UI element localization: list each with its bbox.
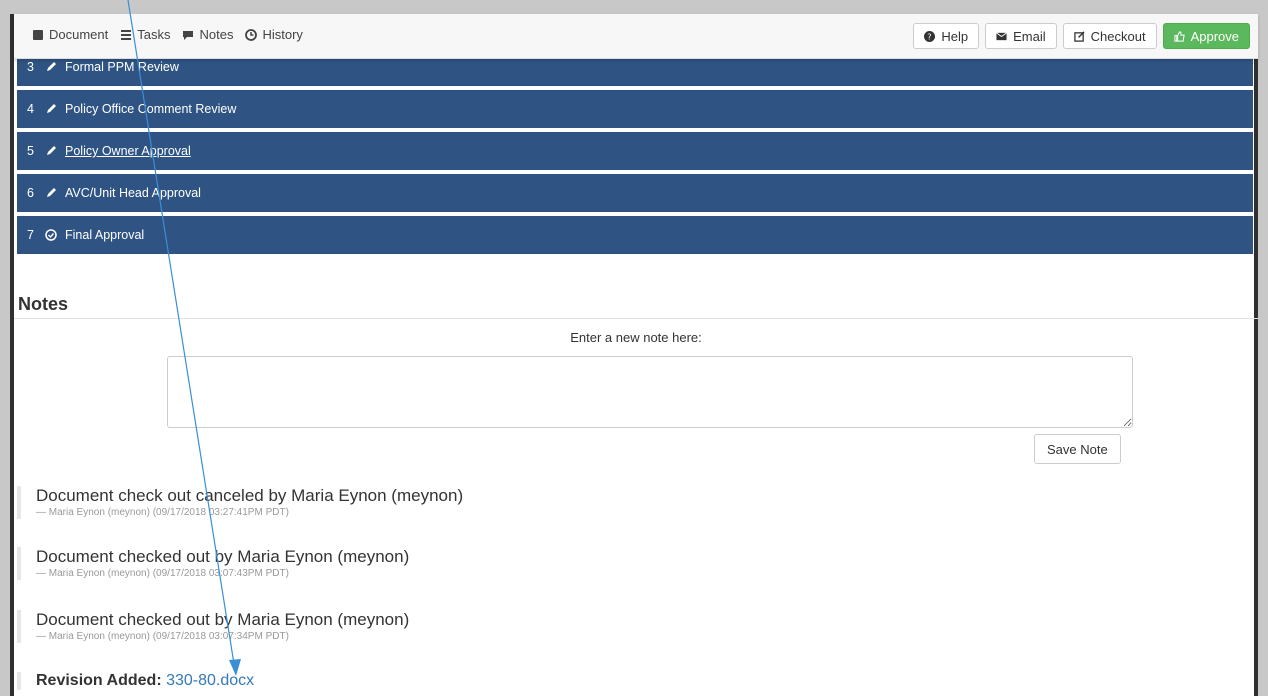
note-meta: — Maria Eynon (meynon) (09/17/2018 03:07… — [36, 568, 289, 579]
nav-notes-label: Notes — [199, 27, 234, 42]
note-meta: — Maria Eynon (meynon) (09/17/2018 03:07… — [36, 631, 289, 642]
edit-square-icon — [1073, 30, 1085, 42]
notes-divider — [14, 318, 1258, 319]
email-button[interactable]: Email — [985, 23, 1057, 49]
clock-icon — [245, 28, 258, 41]
note-entry: Document checked out by Maria Eynon (mey… — [17, 547, 409, 580]
checkout-button-label: Checkout — [1090, 28, 1146, 44]
window-edge-right — [1254, 14, 1258, 696]
approve-button[interactable]: Approve — [1162, 23, 1250, 49]
nav-document[interactable]: Document — [32, 27, 108, 42]
envelope-icon — [996, 31, 1007, 40]
step-label: AVC/Unit Head Approval — [65, 186, 201, 200]
question-circle-icon: ? — [924, 30, 936, 42]
pencil-icon — [47, 104, 56, 113]
svg-text:?: ? — [928, 31, 932, 41]
workflow-step-7[interactable]: 7 Final Approval — [17, 216, 1253, 254]
check-circle-icon — [45, 229, 57, 241]
step-number: 5 — [27, 144, 34, 158]
approve-button-label: Approve — [1190, 28, 1239, 44]
nav-tasks-label: Tasks — [137, 27, 171, 42]
revision-file-link[interactable]: 330-80.docx — [166, 672, 254, 689]
note-text: Document checked out by Maria Eynon (mey… — [36, 547, 410, 566]
step-number: 3 — [27, 60, 34, 74]
step-label: Final Approval — [65, 228, 145, 242]
window-edge-left — [10, 14, 14, 696]
book-icon — [33, 29, 43, 40]
step-number: 7 — [27, 228, 34, 242]
checkout-button[interactable]: Checkout — [1062, 23, 1157, 49]
pencil-icon — [47, 62, 56, 71]
tasks-icon — [121, 29, 132, 40]
note-text: Document check out canceled by Maria Eyn… — [36, 486, 464, 505]
workflow-step-4[interactable]: 4 Policy Office Comment Review — [17, 90, 1253, 128]
step-label: Formal PPM Review — [65, 60, 179, 74]
step-label: Policy Office Comment Review — [65, 102, 237, 116]
note-textarea[interactable] — [167, 356, 1133, 428]
note-entry: Document checked out by Maria Eynon (mey… — [17, 610, 409, 643]
pencil-icon — [47, 146, 56, 155]
workflow-step-6[interactable]: 6 AVC/Unit Head Approval — [17, 174, 1253, 212]
nav-notes[interactable]: Notes — [182, 27, 233, 42]
nav-tasks[interactable]: Tasks — [120, 27, 170, 42]
note-text: Document checked out by Maria Eynon (mey… — [36, 610, 410, 629]
nav-document-label: Document — [49, 27, 109, 42]
workflow-step-5[interactable]: 5 Policy Owner Approval — [17, 132, 1253, 170]
step-label-link[interactable]: Policy Owner Approval — [65, 144, 191, 158]
step-number: 4 — [27, 102, 34, 116]
note-entry: Document check out canceled by Maria Eyn… — [17, 486, 463, 519]
revision-entry: Revision Added: 330-80.docx — [17, 672, 254, 690]
email-button-label: Email — [1013, 28, 1046, 44]
help-button-label: Help — [941, 28, 969, 44]
revision-label: Revision Added: — [36, 672, 162, 689]
help-button[interactable]: ? Help — [913, 23, 980, 49]
comment-icon — [183, 30, 194, 40]
toolbar-actions: ? Help Email Checkout Approve — [913, 23, 1250, 49]
document-toolbar: Document Tasks Notes History ? Help Emai… — [14, 14, 1258, 59]
thumbs-up-icon — [1173, 30, 1185, 42]
save-note-button[interactable]: Save Note — [1034, 434, 1121, 464]
note-meta: — Maria Eynon (meynon) (09/17/2018 03:27… — [36, 507, 289, 518]
note-prompt: Enter a new note here: — [570, 330, 702, 345]
nav-history-label: History — [262, 27, 303, 42]
workflow-steps: 3 Formal PPM Review 4 Policy Office Comm… — [17, 48, 1253, 258]
notes-heading: Notes — [18, 294, 69, 314]
window-frame-top — [0, 0, 1268, 14]
window-frame-right — [1258, 0, 1268, 696]
toolbar-nav: Document Tasks Notes History — [32, 27, 303, 42]
pencil-icon — [47, 188, 56, 197]
nav-history[interactable]: History — [245, 27, 303, 42]
step-number: 6 — [27, 186, 34, 200]
